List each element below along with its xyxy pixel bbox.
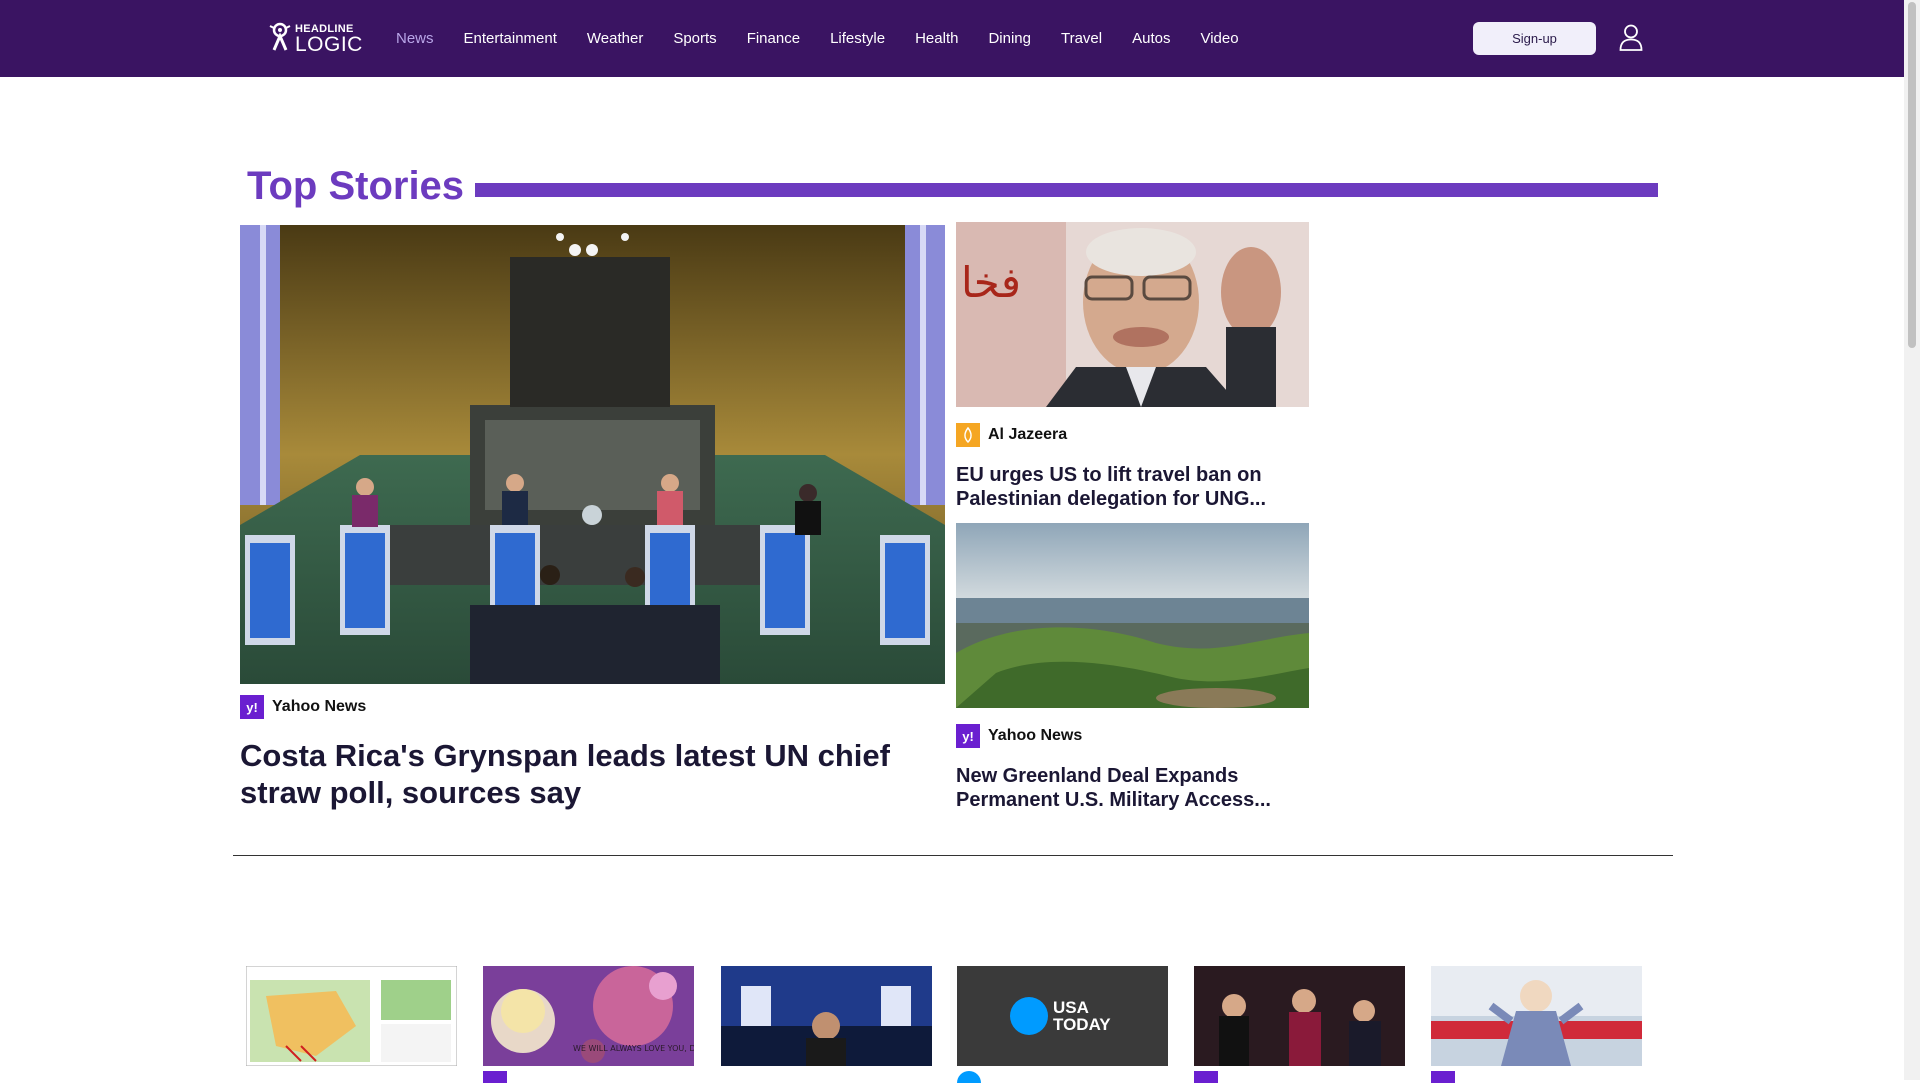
yahoo-news-icon <box>1431 1071 1455 1083</box>
side-story-1-source[interactable]: Al Jazeera <box>956 423 1067 447</box>
headline-logic-logo[interactable]: HEADLINE LOGIC <box>268 20 362 56</box>
side-story-2-headline[interactable]: New Greenland Deal Expands Permanent U.S… <box>956 764 1306 812</box>
side-story-1-headline[interactable]: EU urges US to lift travel ban on Palest… <box>956 463 1306 511</box>
thumb-weather-map[interactable] <box>246 966 457 1066</box>
logo-mascot-icon <box>269 22 291 51</box>
usa-today-line2: TODAY <box>1053 1015 1111 1034</box>
thumb-usa-today[interactable]: USA TODAY <box>957 966 1168 1066</box>
nav-video[interactable]: Video <box>1200 30 1238 47</box>
yahoo-news-icon: y! <box>956 724 980 748</box>
nav-entertainment[interactable]: Entertainment <box>464 30 557 47</box>
main-nav: News Entertainment Weather Sports Financ… <box>396 0 1269 77</box>
side-story-1-source-name: Al Jazeera <box>988 426 1068 443</box>
thumb-france-press[interactable] <box>721 966 932 1066</box>
side-story-2-image[interactable] <box>956 523 1309 708</box>
main-story-headline[interactable]: Costa Rica's Grynspan leads latest UN ch… <box>240 737 890 811</box>
user-icon[interactable] <box>1619 24 1643 51</box>
dolly-tribute-text: WE WILL ALWAYS LOVE YOU, DOLLY <box>573 1044 694 1053</box>
nav-health[interactable]: Health <box>915 30 958 47</box>
main-story-source-name: Yahoo News <box>272 698 367 715</box>
section-title-bar <box>475 183 1658 197</box>
thumb-dolly-tribute[interactable]: WE WILL ALWAYS LOVE YOU, DOLLY <box>483 966 694 1066</box>
al-jazeera-icon <box>956 423 980 447</box>
page-scrollbar[interactable] <box>1904 0 1920 1080</box>
top-header: HEADLINE LOGIC News Entertainment Weathe… <box>0 0 1904 77</box>
signup-button[interactable]: Sign-up <box>1473 22 1596 55</box>
main-story-image[interactable] <box>240 225 945 684</box>
yahoo-news-icon <box>1194 1071 1218 1083</box>
scrollbar-thumb[interactable] <box>1908 2 1916 348</box>
thumb-snowboarder[interactable] <box>1431 966 1642 1066</box>
nav-dining[interactable]: Dining <box>988 30 1031 47</box>
nav-news[interactable]: News <box>396 30 434 47</box>
side-story-1-image[interactable]: ﻓﺨﺎ <box>956 222 1309 407</box>
side-story-2-source[interactable]: y! Yahoo News <box>956 724 1082 748</box>
nav-lifestyle[interactable]: Lifestyle <box>830 30 885 47</box>
yahoo-news-icon: y! <box>240 695 264 719</box>
logo-line2: LOGIC <box>295 33 363 56</box>
nav-finance[interactable]: Finance <box>747 30 800 47</box>
side-story-2-source-name: Yahoo News <box>988 727 1083 744</box>
yahoo-news-icon <box>483 1071 507 1083</box>
nav-travel[interactable]: Travel <box>1061 30 1102 47</box>
main-story-source[interactable]: y! Yahoo News <box>240 695 366 719</box>
section-title: Top Stories <box>247 164 465 208</box>
thumb-crowd-event[interactable] <box>1194 966 1405 1066</box>
nav-sports[interactable]: Sports <box>673 30 716 47</box>
nav-autos[interactable]: Autos <box>1132 30 1170 47</box>
svg-text:ﻓﺨﺎ: ﻓﺨﺎ <box>961 258 1021 307</box>
usa-today-icon <box>957 1071 981 1083</box>
nav-weather[interactable]: Weather <box>587 30 643 47</box>
section-divider <box>233 855 1673 856</box>
